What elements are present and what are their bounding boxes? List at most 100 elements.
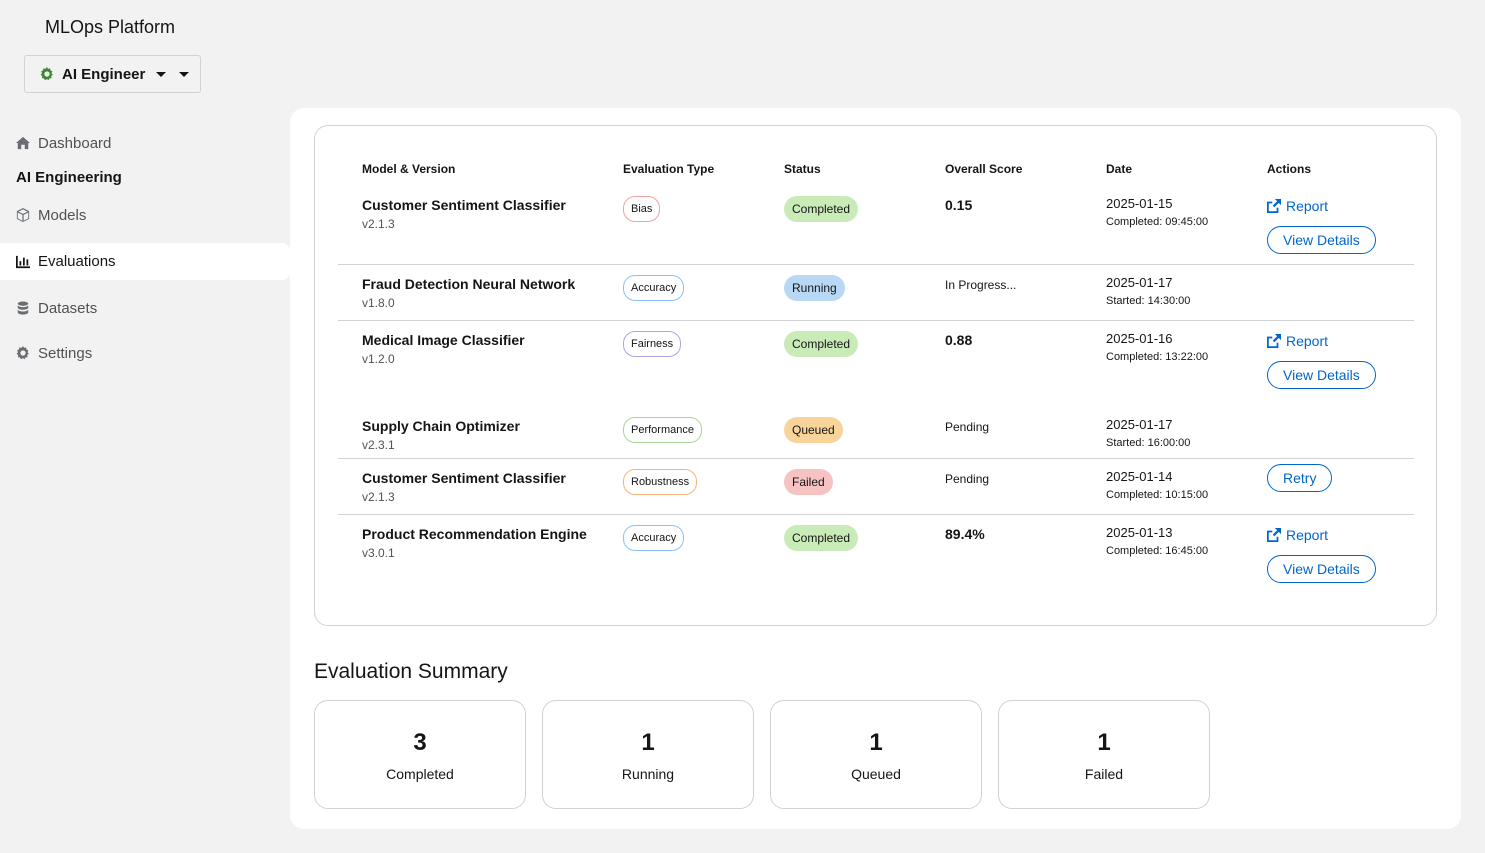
stat-card-queued: 1 Queued	[770, 700, 982, 809]
role-selector[interactable]: AI Engineer	[24, 55, 201, 93]
cell-model: Product Recommendation Engine v3.0.1	[338, 514, 599, 604]
overall-score: 0.15	[945, 197, 973, 213]
table-row: Medical Image Classifier v1.2.0 Fairness…	[338, 320, 1414, 403]
report-link[interactable]: Report	[1267, 525, 1414, 545]
cell-date: 2025-01-14 Completed: 10:15:00	[1082, 458, 1243, 515]
model-version: v2.3.1	[362, 438, 395, 452]
evaluation-type-badge: Bias	[623, 196, 661, 222]
header-evaluation-type: Evaluation Type	[623, 162, 715, 176]
table-body: Customer Sentiment Classifier v2.1.3 Bia…	[338, 182, 1414, 604]
nav-item-models[interactable]: Models	[0, 198, 290, 232]
nav-label-evaluations: Evaluations	[38, 253, 116, 270]
cell-model: Fraud Detection Neural Network v1.8.0	[338, 264, 599, 321]
cell-date: 2025-01-13 Completed: 16:45:00	[1082, 514, 1243, 604]
cell-date: 2025-01-17 Started: 14:30:00	[1082, 264, 1243, 321]
status-badge: Failed	[784, 468, 833, 495]
table-header-row: Model & Version Evaluation Type Status O…	[338, 162, 1414, 182]
nav-label-dashboard: Dashboard	[38, 134, 112, 152]
cell-score: Pending	[921, 403, 1082, 459]
evaluation-type-badge: Accuracy	[623, 524, 685, 551]
cell-status: Completed	[760, 514, 921, 604]
model-name: Product Recommendation Engine	[362, 525, 587, 542]
cell-status: Running	[760, 264, 921, 321]
evaluation-type-badge: Accuracy	[623, 274, 685, 301]
cell-type: Bias	[599, 182, 760, 265]
cell-score: 89.4%	[921, 514, 1082, 604]
table-row: Supply Chain Optimizer v2.3.1 Performanc…	[338, 403, 1414, 459]
overall-score: Pending	[945, 420, 990, 434]
stat-label: Completed	[386, 766, 454, 782]
nav-item-datasets[interactable]: Datasets	[0, 291, 290, 325]
evaluations-table-card: Model & Version Evaluation Type Status O…	[314, 125, 1437, 626]
model-name: Supply Chain Optimizer	[362, 418, 520, 434]
cell-status: Completed	[760, 320, 921, 403]
view-details-button[interactable]: View Details	[1267, 554, 1376, 583]
cell-model: Supply Chain Optimizer v2.3.1	[338, 403, 599, 459]
report-link[interactable]: Report	[1267, 331, 1414, 351]
bar-chart-icon	[16, 255, 30, 269]
status-badge: Completed	[784, 196, 859, 222]
evaluations-table: Model & Version Evaluation Type Status O…	[338, 162, 1414, 604]
header-actions: Actions	[1267, 162, 1312, 176]
database-icon	[16, 301, 30, 315]
cell-type: Accuracy	[599, 514, 760, 604]
view-details-button[interactable]: View Details	[1267, 360, 1376, 389]
cell-score: In Progress...	[921, 264, 1082, 321]
stat-label: Failed	[1084, 766, 1124, 782]
cell-model: Customer Sentiment Classifier v2.1.3	[338, 182, 599, 265]
header-model-version: Model & Version	[362, 162, 456, 176]
summary-title: Evaluation Summary	[314, 660, 508, 683]
overall-score: In Progress...	[945, 277, 1017, 292]
evaluation-time: Completed: 13:22:00	[1106, 350, 1209, 363]
cell-actions	[1243, 403, 1414, 459]
overall-score: Pending	[945, 471, 990, 486]
evaluation-time: Started: 16:00:00	[1106, 437, 1191, 449]
view-details-button[interactable]: View Details	[1267, 226, 1376, 254]
table-row: Product Recommendation Engine v3.0.1 Acc…	[338, 514, 1414, 604]
chevron-down-icon[interactable]	[179, 71, 190, 77]
cell-score: 0.15	[921, 182, 1082, 265]
nav-item-settings[interactable]: Settings	[0, 336, 290, 370]
nav-label-settings: Settings	[38, 344, 93, 362]
evaluation-type-badge: Robustness	[623, 468, 698, 495]
nav-item-evaluations[interactable]: Evaluations	[0, 243, 290, 280]
retry-button[interactable]: Retry	[1267, 463, 1333, 492]
cell-actions: Retry	[1243, 458, 1414, 515]
status-badge: Queued	[784, 417, 843, 443]
report-label: Report	[1286, 332, 1329, 349]
nav-label-models: Models	[38, 206, 87, 224]
stat-card-running: 1 Running	[542, 700, 754, 809]
external-link-icon	[1267, 333, 1281, 348]
stat-label: Running	[621, 766, 675, 782]
cell-type: Robustness	[599, 458, 760, 515]
evaluation-date: 2025-01-17	[1106, 417, 1173, 432]
overall-score: 89.4%	[945, 525, 985, 542]
cell-date: 2025-01-15 Completed: 09:45:00	[1082, 182, 1243, 265]
nav-item-dashboard[interactable]: Dashboard	[0, 126, 290, 160]
home-icon	[16, 136, 30, 150]
status-badge: Completed	[784, 524, 859, 551]
report-label: Report	[1286, 526, 1329, 543]
evaluation-date: 2025-01-14	[1106, 468, 1173, 484]
cell-score: 0.88	[921, 320, 1082, 403]
cell-model: Customer Sentiment Classifier v2.1.3	[338, 458, 599, 515]
table-row: Customer Sentiment Classifier v2.1.3 Bia…	[338, 182, 1414, 265]
evaluation-type-badge: Fairness	[623, 330, 682, 357]
cell-type: Accuracy	[599, 264, 760, 321]
sidebar: MLOps Platform AI Engineer Dashboard AI …	[0, 0, 290, 853]
cell-status: Completed	[760, 182, 921, 265]
model-name: Customer Sentiment Classifier	[362, 469, 566, 486]
table-row: Customer Sentiment Classifier v2.1.3 Rob…	[338, 458, 1414, 515]
status-badge: Completed	[784, 330, 859, 357]
cell-actions: Report View Details	[1243, 320, 1414, 403]
report-label: Report	[1286, 198, 1329, 214]
stat-count: 1	[869, 729, 883, 756]
cube-icon	[16, 208, 30, 222]
header-date: Date	[1106, 162, 1133, 176]
app-title: MLOps Platform	[45, 17, 176, 37]
nav-menu: Dashboard AI Engineering Models Evaluati…	[0, 126, 290, 381]
overall-score: 0.88	[945, 331, 973, 348]
cell-type: Performance	[599, 403, 760, 459]
report-link[interactable]: Report	[1267, 196, 1414, 216]
header-overall-score: Overall Score	[945, 162, 1023, 176]
